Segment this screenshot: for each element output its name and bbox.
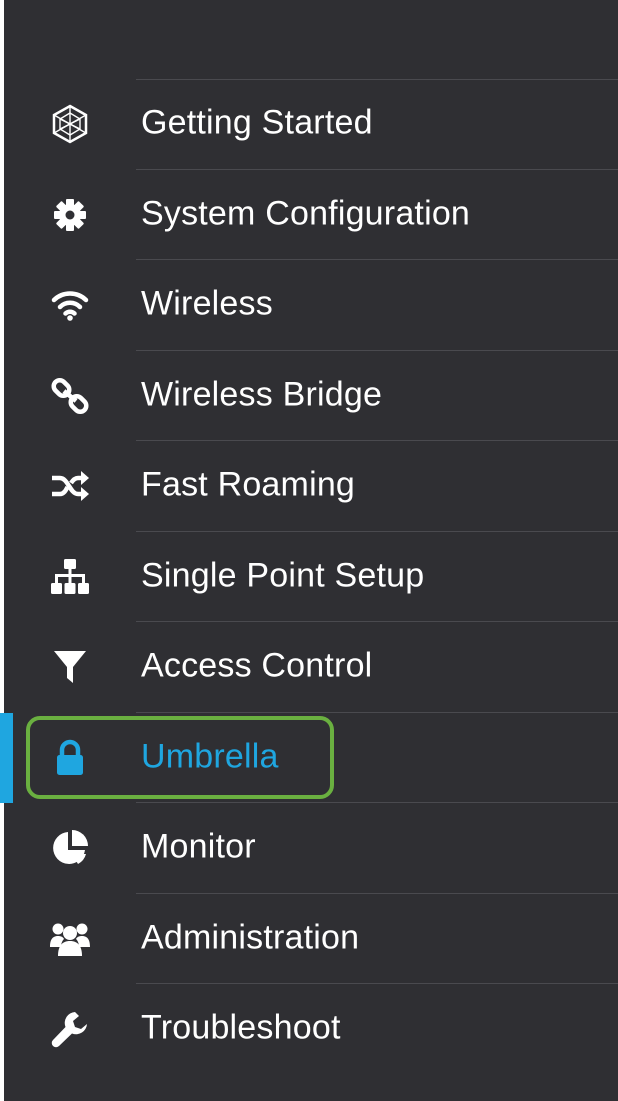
sidebar-item-label: Troubleshoot: [141, 1008, 341, 1047]
pie-chart-icon: [48, 826, 92, 870]
sidebar-panel: Getting Started System Configuration Wir…: [0, 0, 618, 1101]
sidebar-item-label: System Configuration: [141, 194, 471, 233]
sidebar-item-administration[interactable]: Administration: [4, 894, 618, 984]
users-icon: [48, 917, 92, 961]
link-icon: [48, 374, 92, 418]
sidebar-item-getting-started[interactable]: Getting Started: [4, 79, 618, 170]
sidebar-item-label: Wireless: [141, 284, 273, 323]
wifi-icon: [48, 283, 92, 327]
wrench-icon: [48, 1007, 92, 1051]
shuffle-icon: [48, 464, 92, 508]
sidebar-item-label: Wireless Bridge: [141, 375, 383, 414]
hexagon-globe-icon: [48, 102, 92, 146]
sidebar-item-label: Umbrella: [141, 737, 279, 776]
sidebar-item-fast-roaming[interactable]: Fast Roaming: [4, 441, 618, 532]
lock-icon: [48, 736, 92, 780]
sidebar-item-system-configuration[interactable]: System Configuration: [4, 170, 618, 260]
sidebar-item-troubleshoot[interactable]: Troubleshoot: [4, 984, 618, 1075]
sidebar-item-label: Administration: [141, 918, 360, 957]
gear-icon: [48, 193, 92, 237]
sidebar-item-umbrella[interactable]: Umbrella: [0, 712, 618, 803]
sidebar-item-label: Fast Roaming: [141, 465, 356, 504]
sidebar-item-wireless[interactable]: Wireless: [4, 260, 618, 351]
active-indicator: [0, 712, 13, 803]
sidebar-item-label: Single Point Setup: [141, 556, 425, 595]
sidebar-item-single-point-setup[interactable]: Single Point Setup: [4, 532, 618, 622]
sidebar-item-monitor[interactable]: Monitor: [4, 803, 618, 894]
sidebar-item-wireless-bridge[interactable]: Wireless Bridge: [4, 351, 618, 441]
sidebar-item-label: Monitor: [141, 827, 256, 866]
sidebar-item-access-control[interactable]: Access Control: [4, 622, 618, 713]
sitemap-icon: [48, 555, 92, 599]
sidebar-item-label: Access Control: [141, 646, 373, 685]
sidebar-menu: Getting Started System Configuration Wir…: [0, 79, 618, 1075]
sidebar-item-label: Getting Started: [141, 103, 373, 142]
filter-icon: [48, 645, 92, 689]
